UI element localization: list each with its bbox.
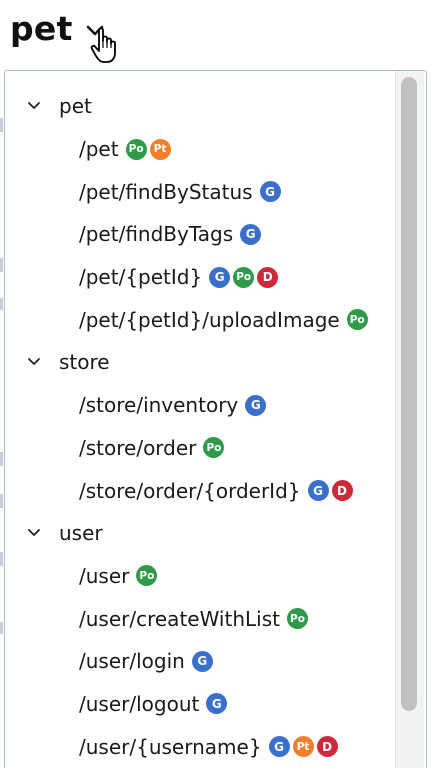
delete-method-badge: D: [257, 266, 279, 288]
path-item[interactable]: /pet/findByTags G: [5, 213, 397, 256]
post-method-badge: Po: [233, 266, 255, 288]
get-method-badge: G: [209, 266, 231, 288]
post-method-badge: Po: [125, 138, 147, 160]
get-method-badge: G: [259, 181, 281, 203]
path-label: /user/createWithList: [79, 606, 280, 631]
path-label: /user/login: [79, 649, 185, 674]
page: pet pet/pet Po Pt/pet/findByStatus G/pet/fi…: [0, 0, 432, 768]
chevron-down-icon: [28, 358, 40, 366]
group-label: user: [59, 521, 103, 546]
group-header-store[interactable]: store: [5, 341, 397, 384]
chevron-down-icon: [28, 529, 40, 537]
path-item[interactable]: /store/order/{orderId} G D: [5, 469, 397, 512]
background-edge: [0, 622, 3, 634]
scrollbar[interactable]: [395, 71, 424, 768]
delete-method-badge: D: [316, 736, 338, 758]
post-method-badge: Po: [286, 608, 308, 630]
background-edge: [0, 452, 3, 466]
path-item[interactable]: /store/inventory G: [5, 384, 397, 427]
scrollbar-thumb[interactable]: [401, 77, 417, 711]
path-item[interactable]: /user/{username} G Pt D: [5, 725, 397, 768]
path-item[interactable]: /pet/{petId} G Po D: [5, 256, 397, 299]
get-method-badge: G: [206, 693, 228, 715]
background-edge: [0, 118, 3, 132]
put-method-badge: Pt: [149, 138, 171, 160]
path-label: /user: [79, 563, 130, 588]
path-item[interactable]: /user Po: [5, 555, 397, 598]
path-item[interactable]: /pet/findByStatus G: [5, 170, 397, 213]
post-method-badge: Po: [203, 437, 225, 459]
chevron-down-icon: [28, 102, 40, 110]
background-edge: [0, 552, 3, 566]
path-label: /pet/{petId}/uploadImage: [79, 307, 340, 332]
background-edge: [0, 494, 3, 508]
path-item[interactable]: /user/login G: [5, 640, 397, 683]
path-dropdown: pet/pet Po Pt/pet/findByStatus G/pet/findBy…: [4, 70, 427, 768]
get-method-badge: G: [245, 394, 267, 416]
get-method-badge: G: [240, 223, 262, 245]
path-label: /pet: [79, 137, 119, 162]
path-label: /pet/findByTags: [79, 222, 234, 247]
tag-selector-label: pet: [10, 8, 73, 48]
path-item[interactable]: /store/order Po: [5, 427, 397, 470]
get-method-badge: G: [191, 650, 213, 672]
group-label: pet: [59, 94, 92, 119]
path-label: /pet/{petId}: [79, 265, 203, 290]
background-edge: [0, 258, 3, 272]
group-label: store: [59, 350, 110, 375]
group-header-pet[interactable]: pet: [5, 85, 397, 128]
post-method-badge: Po: [136, 565, 158, 587]
path-label: /user/{username}: [79, 734, 262, 759]
group-header-user[interactable]: user: [5, 512, 397, 555]
get-method-badge: G: [268, 736, 290, 758]
background-edge: [0, 298, 3, 310]
hand-pointer-cursor-icon: [90, 27, 116, 63]
path-label: /store/order: [79, 435, 197, 460]
delete-method-badge: D: [331, 480, 353, 502]
get-method-badge: G: [307, 480, 329, 502]
path-label: /pet/findByStatus: [79, 179, 253, 204]
path-item[interactable]: /user/createWithList Po: [5, 597, 397, 640]
path-label: /store/order/{orderId}: [79, 478, 301, 503]
put-method-badge: Pt: [292, 736, 314, 758]
path-label: /user/logout: [79, 691, 200, 716]
path-label: /store/inventory: [79, 393, 239, 418]
path-item[interactable]: /user/logout G: [5, 683, 397, 726]
post-method-badge: Po: [346, 309, 368, 331]
path-tree: pet/pet Po Pt/pet/findByStatus G/pet/findBy…: [5, 85, 397, 768]
path-item[interactable]: /pet Po Pt: [5, 128, 397, 171]
path-item[interactable]: /pet/{petId}/uploadImage Po: [5, 298, 397, 341]
